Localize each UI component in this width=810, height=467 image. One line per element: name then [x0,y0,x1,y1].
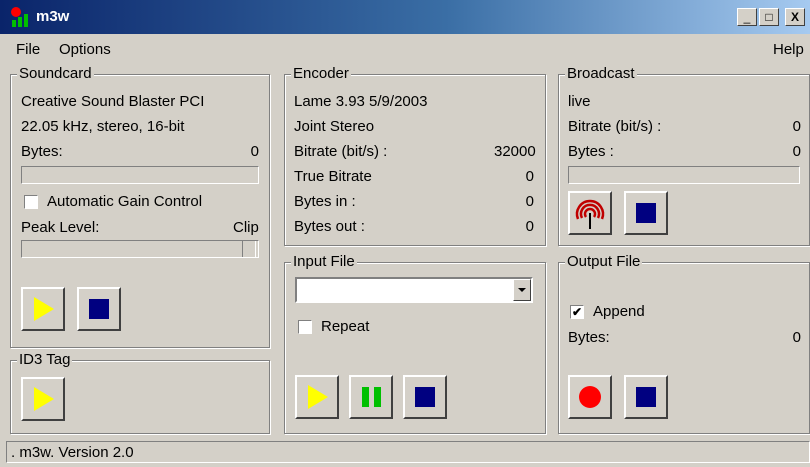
clip-indicator [242,241,256,257]
record-button[interactable] [568,375,612,419]
broadcast-bitrate-label: Bitrate (bit/s) : [568,118,662,135]
record-icon [579,386,601,408]
play-icon [308,385,328,409]
encoder-bitrate-value: 32000 [494,143,536,160]
input-file-legend: Input File [291,253,357,270]
broadcast-icon [575,199,605,229]
clip-label: Clip [233,219,259,236]
play-icon [34,387,54,411]
id3-play-button[interactable] [21,377,65,421]
output-stop-button[interactable] [624,375,668,419]
encoder-bytes-out-label: Bytes out : [294,218,365,235]
status-bar: . m3w. Version 2.0 [6,441,810,463]
agc-label: Automatic Gain Control [47,193,203,210]
broadcast-group: Broadcast live Bitrate (bit/s) : 0 Bytes… [558,65,810,246]
soundcard-bytes-value: 0 [250,143,259,160]
broadcast-stream: live [568,93,591,110]
output-bytes-label: Bytes: [568,329,610,346]
broadcast-bytes-value: 0 [792,143,801,160]
output-bytes-value: 0 [792,329,801,346]
soundcard-bytes-label: Bytes: [21,143,63,160]
encoder-true-bitrate-label: True Bitrate [294,168,372,185]
broadcast-legend: Broadcast [565,65,637,82]
id3-group: ID3 Tag [10,351,270,434]
soundcard-stop-button[interactable] [77,287,121,331]
soundcard-legend: Soundcard [17,65,94,82]
title-bar[interactable]: m3w _ □ X [0,0,810,34]
encoder-version: Lame 3.93 5/9/2003 [294,93,428,110]
encoder-bytes-out-value: 0 [525,218,534,235]
append-checkbox[interactable]: ✔ [570,305,584,319]
menu-file[interactable]: File [16,41,40,58]
repeat-checkbox[interactable] [298,320,312,334]
broadcast-bytes-label: Bytes : [568,143,614,160]
input-stop-button[interactable] [403,375,447,419]
peak-level-meter [21,240,259,258]
encoder-bitrate-label: Bitrate (bit/s) : [294,143,388,160]
repeat-label: Repeat [321,318,370,335]
broadcast-progress [568,166,800,184]
broadcast-stop-button[interactable] [624,191,668,235]
soundcard-group: Soundcard Creative Sound Blaster PCI 22.… [10,65,270,348]
agc-checkbox[interactable] [24,195,38,209]
stop-icon [89,299,109,319]
encoder-legend: Encoder [291,65,351,82]
close-button[interactable]: X [785,8,805,26]
output-file-group: Output File ✔ Append Bytes: 0 [558,253,810,434]
encoder-group: Encoder Lame 3.93 5/9/2003 Joint Stereo … [284,65,546,246]
broadcast-bitrate-value: 0 [792,118,801,135]
append-label: Append [593,303,645,320]
menu-options[interactable]: Options [59,41,111,58]
soundcard-format: 22.05 kHz, stereo, 16-bit [21,118,185,135]
encoder-bytes-in-value: 0 [525,193,534,210]
stop-icon [636,387,656,407]
soundcard-play-button[interactable] [21,287,65,331]
play-icon [34,297,54,321]
stop-icon [636,203,656,223]
encoder-bytes-in-label: Bytes in : [294,193,356,210]
input-play-button[interactable] [295,375,339,419]
id3-legend: ID3 Tag [17,351,73,368]
soundcard-device: Creative Sound Blaster PCI [21,93,205,110]
soundcard-progress [21,166,259,184]
menu-bar: File Options Help [0,38,810,60]
app-icon [11,7,28,27]
status-text: . m3w. Version 2.0 [11,444,134,461]
pause-icon [362,387,381,407]
input-file-group: Input File Repeat [284,253,546,434]
dropdown-arrow-icon [518,288,526,292]
output-file-legend: Output File [565,253,643,270]
window-title: m3w [36,8,70,25]
minimize-button[interactable]: _ [737,8,757,26]
input-file-dropdown[interactable] [295,277,533,303]
encoder-true-bitrate-value: 0 [525,168,534,185]
maximize-button[interactable]: □ [759,8,779,26]
encoder-mode: Joint Stereo [294,118,375,135]
dropdown-arrow-button[interactable] [513,279,531,301]
input-pause-button[interactable] [349,375,393,419]
broadcast-start-button[interactable] [568,191,612,235]
stop-icon [415,387,435,407]
peak-level-label: Peak Level: [21,219,100,236]
menu-help[interactable]: Help [773,41,804,58]
